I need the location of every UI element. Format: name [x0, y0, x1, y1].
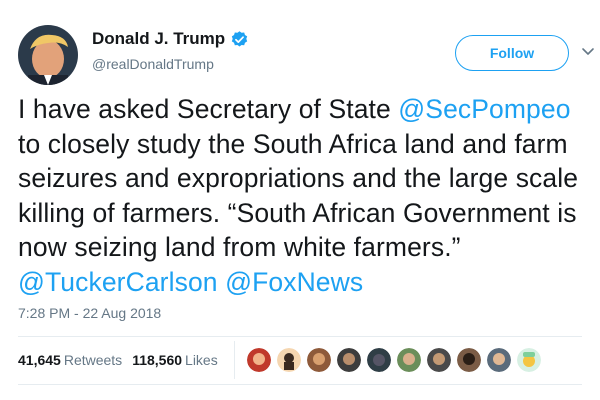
follow-button[interactable]: Follow	[455, 35, 569, 71]
mention-link[interactable]: @TuckerCarlson	[18, 267, 218, 297]
divider	[18, 336, 582, 337]
liker-avatar[interactable]	[247, 348, 271, 372]
mention-link[interactable]: @SecPompeo	[398, 94, 570, 124]
mention-link[interactable]: @FoxNews	[225, 267, 363, 297]
likes-label: Likes	[185, 352, 218, 368]
retweets-count: 41,645	[18, 352, 61, 368]
verified-badge-icon	[230, 30, 249, 49]
tweet-text-part: I have asked Secretary of State	[18, 94, 399, 124]
tweet-header: Donald J. Trump @realDonaldTrump Follow	[18, 25, 594, 85]
likes-stat[interactable]: 118,560 Likes	[132, 352, 218, 368]
author-avatar[interactable]	[18, 25, 78, 85]
author-display-name[interactable]: Donald J. Trump	[92, 29, 225, 49]
liker-avatar[interactable]	[487, 348, 511, 372]
author-handle[interactable]: @realDonaldTrump	[92, 56, 249, 72]
tweet-timestamp[interactable]: 7:28 PM - 22 Aug 2018	[18, 305, 161, 321]
stats-separator	[234, 341, 235, 379]
liker-avatar[interactable]	[397, 348, 421, 372]
tweet-text: I have asked Secretary of State @SecPomp…	[18, 92, 593, 299]
likes-count: 118,560	[132, 352, 183, 368]
tweet-text-part: to closely study the South Africa land a…	[18, 128, 579, 263]
liker-avatar[interactable]	[367, 348, 391, 372]
retweets-label: Retweets	[63, 352, 123, 368]
divider	[18, 384, 582, 385]
name-row: Donald J. Trump	[92, 29, 249, 49]
liker-avatar[interactable]	[517, 348, 541, 372]
liker-avatar[interactable]	[277, 348, 301, 372]
tweet-text-part	[218, 267, 225, 297]
chevron-down-icon[interactable]	[578, 41, 598, 61]
liker-avatars	[247, 348, 547, 372]
liker-avatar[interactable]	[307, 348, 331, 372]
liker-avatar[interactable]	[337, 348, 361, 372]
retweets-stat[interactable]: 41,645 Retweets	[18, 352, 122, 368]
liker-avatar[interactable]	[427, 348, 451, 372]
liker-avatar[interactable]	[457, 348, 481, 372]
tweet-stats: 41,645 Retweets 118,560 Likes	[18, 352, 228, 368]
author-info: Donald J. Trump @realDonaldTrump	[92, 29, 249, 72]
